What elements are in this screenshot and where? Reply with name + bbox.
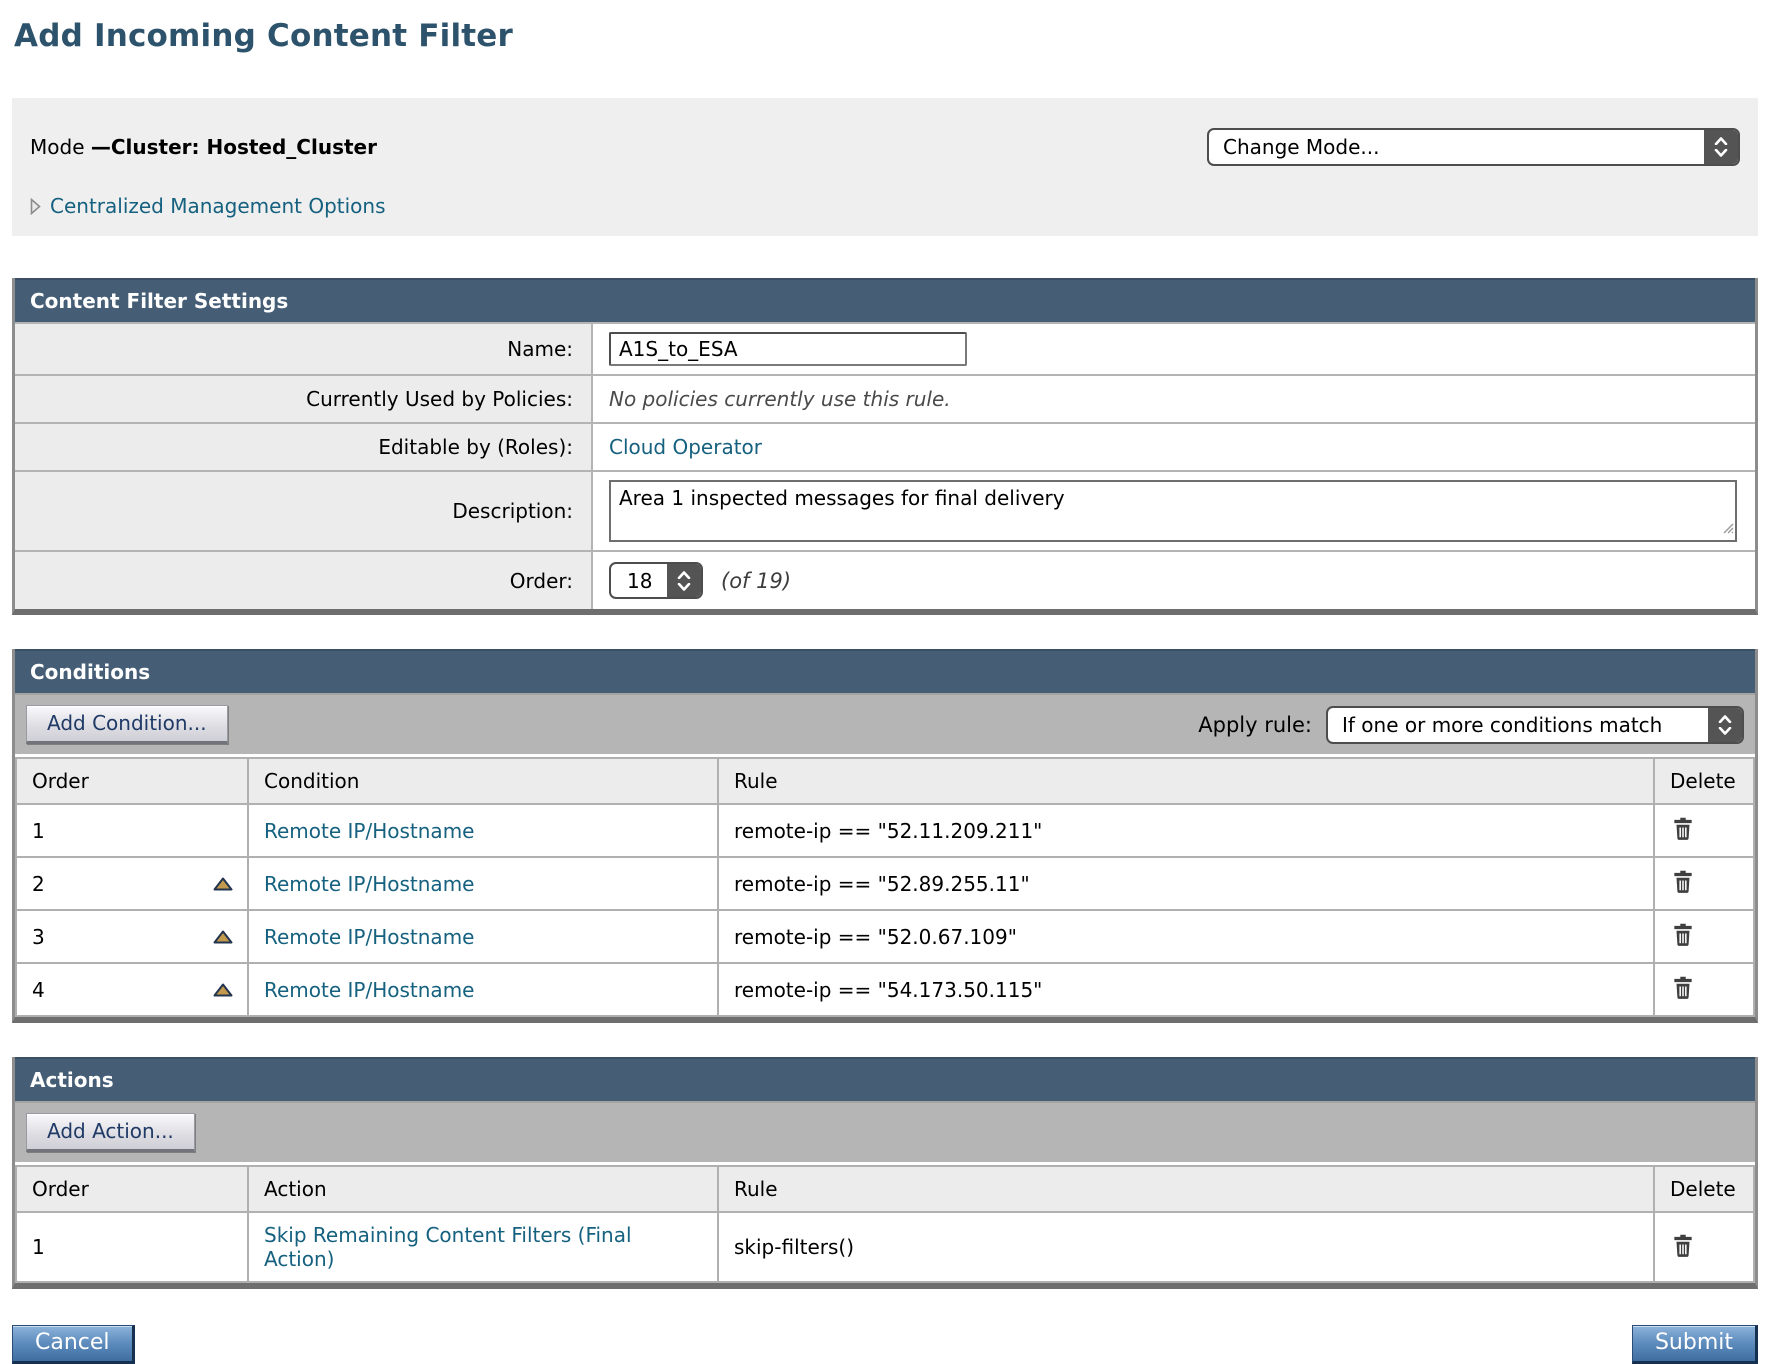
content-filter-settings-section: Content Filter Settings Name: Currently … — [12, 278, 1758, 615]
order-total: (of 19) — [721, 569, 791, 593]
column-delete: Delete — [1654, 1166, 1754, 1212]
policies-label: Currently Used by Policies: — [15, 376, 593, 422]
add-action-button[interactable]: Add Action... — [26, 1113, 195, 1152]
column-rule: Rule — [718, 1166, 1654, 1212]
actions-section: Actions Add Action... Order Action Rule … — [12, 1057, 1758, 1289]
select-stepper-icon — [1704, 130, 1738, 164]
actions-header: Actions — [15, 1057, 1755, 1101]
condition-rule: remote-ip == "52.11.209.211" — [718, 804, 1654, 857]
order-label: Order: — [15, 552, 593, 609]
mode-panel: Mode —Cluster: Hosted_Cluster Change Mod… — [12, 98, 1758, 236]
column-condition: Condition — [248, 758, 718, 804]
condition-rule: remote-ip == "52.89.255.11" — [718, 857, 1654, 910]
condition-row: 1 Remote IP/Hostname remote-ip == "52.11… — [16, 804, 1754, 857]
change-mode-selected-value: Change Mode... — [1209, 130, 1704, 164]
mode-value: —Cluster: Hosted_Cluster — [91, 135, 377, 159]
condition-rule: remote-ip == "52.0.67.109" — [718, 910, 1654, 963]
settings-row-roles: Editable by (Roles): Cloud Operator — [15, 422, 1755, 470]
column-rule: Rule — [718, 758, 1654, 804]
column-order: Order — [16, 1166, 248, 1212]
actions-header-row: Order Action Rule Delete — [16, 1166, 1754, 1212]
delete-trash-icon[interactable] — [1670, 974, 1696, 1000]
change-mode-select[interactable]: Change Mode... — [1207, 128, 1740, 166]
apply-rule-select[interactable]: If one or more conditions match — [1326, 706, 1744, 744]
condition-order: 3 — [32, 925, 45, 949]
roles-label: Editable by (Roles): — [15, 424, 593, 470]
action-link[interactable]: Skip Remaining Content Filters (Final Ac… — [264, 1223, 632, 1271]
actions-table: Order Action Rule Delete 1 Skip Remainin… — [15, 1165, 1755, 1283]
page-title: Add Incoming Content Filter — [14, 18, 1758, 54]
footer-actions: Cancel Submit — [12, 1325, 1758, 1364]
condition-order: 2 — [32, 872, 45, 896]
policies-value: No policies currently use this rule. — [593, 376, 1755, 422]
expand-triangle-icon[interactable] — [30, 198, 41, 215]
move-up-icon[interactable] — [213, 876, 233, 891]
column-order: Order — [16, 758, 248, 804]
settings-row-order: Order: 18 (of 19) — [15, 550, 1755, 609]
delete-trash-icon[interactable] — [1670, 1232, 1696, 1258]
condition-row: 4 Remote IP/Hostname remote-ip == "54.17… — [16, 963, 1754, 1016]
resize-grip-icon[interactable] — [1722, 515, 1734, 539]
centralized-management-link[interactable]: Centralized Management Options — [50, 194, 386, 218]
condition-link[interactable]: Remote IP/Hostname — [264, 978, 474, 1002]
mode-label: Mode —Cluster: Hosted_Cluster — [30, 135, 377, 159]
settings-row-description: Description: Area 1 inspected messages f… — [15, 470, 1755, 550]
condition-row: 3 Remote IP/Hostname remote-ip == "52.0.… — [16, 910, 1754, 963]
actions-toolbar: Add Action... — [15, 1101, 1755, 1165]
add-condition-button[interactable]: Add Condition... — [26, 705, 228, 744]
conditions-section: Conditions Add Condition... Apply rule: … — [12, 649, 1758, 1023]
conditions-toolbar: Add Condition... Apply rule: If one or m… — [15, 693, 1755, 757]
apply-rule-selected-value: If one or more conditions match — [1328, 708, 1708, 742]
conditions-header: Conditions — [15, 649, 1755, 693]
page: Add Incoming Content Filter Mode —Cluste… — [0, 0, 1770, 1364]
condition-order: 4 — [32, 978, 45, 1002]
mode-prefix: Mode — [30, 135, 91, 159]
condition-order: 1 — [16, 804, 248, 857]
delete-trash-icon[interactable] — [1670, 921, 1696, 947]
action-rule: skip-filters() — [718, 1212, 1654, 1282]
move-up-icon[interactable] — [213, 982, 233, 997]
select-stepper-icon — [667, 564, 701, 597]
conditions-table: Order Condition Rule Delete 1 Remote IP/… — [15, 757, 1755, 1017]
name-input[interactable] — [609, 332, 967, 366]
description-label: Description: — [15, 472, 593, 550]
conditions-header-row: Order Condition Rule Delete — [16, 758, 1754, 804]
condition-link[interactable]: Remote IP/Hostname — [264, 819, 474, 843]
mode-row: Mode —Cluster: Hosted_Cluster Change Mod… — [30, 128, 1740, 166]
action-row: 1 Skip Remaining Content Filters (Final … — [16, 1212, 1754, 1282]
select-stepper-icon — [1708, 708, 1742, 742]
condition-row: 2 Remote IP/Hostname remote-ip == "52.89… — [16, 857, 1754, 910]
submit-button[interactable]: Submit — [1632, 1325, 1758, 1364]
condition-link[interactable]: Remote IP/Hostname — [264, 872, 474, 896]
apply-rule-label: Apply rule: — [1198, 713, 1312, 737]
column-delete: Delete — [1654, 758, 1754, 804]
column-action: Action — [248, 1166, 718, 1212]
cancel-button[interactable]: Cancel — [12, 1325, 135, 1364]
move-up-icon[interactable] — [213, 929, 233, 944]
condition-rule: remote-ip == "54.173.50.115" — [718, 963, 1654, 1016]
centralized-management-row: Centralized Management Options — [30, 194, 1740, 218]
description-textarea[interactable]: Area 1 inspected messages for final deli… — [609, 480, 1737, 542]
action-order: 1 — [16, 1212, 248, 1282]
name-label: Name: — [15, 324, 593, 374]
delete-trash-icon[interactable] — [1670, 868, 1696, 894]
settings-row-policies: Currently Used by Policies: No policies … — [15, 374, 1755, 422]
delete-trash-icon[interactable] — [1670, 815, 1696, 841]
roles-link[interactable]: Cloud Operator — [609, 435, 762, 459]
settings-row-name: Name: — [15, 322, 1755, 374]
settings-header: Content Filter Settings — [15, 278, 1755, 322]
apply-rule-wrap: Apply rule: If one or more conditions ma… — [1198, 706, 1744, 744]
order-selected-value: 18 — [611, 564, 667, 597]
condition-link[interactable]: Remote IP/Hostname — [264, 925, 474, 949]
order-select[interactable]: 18 — [609, 562, 703, 599]
